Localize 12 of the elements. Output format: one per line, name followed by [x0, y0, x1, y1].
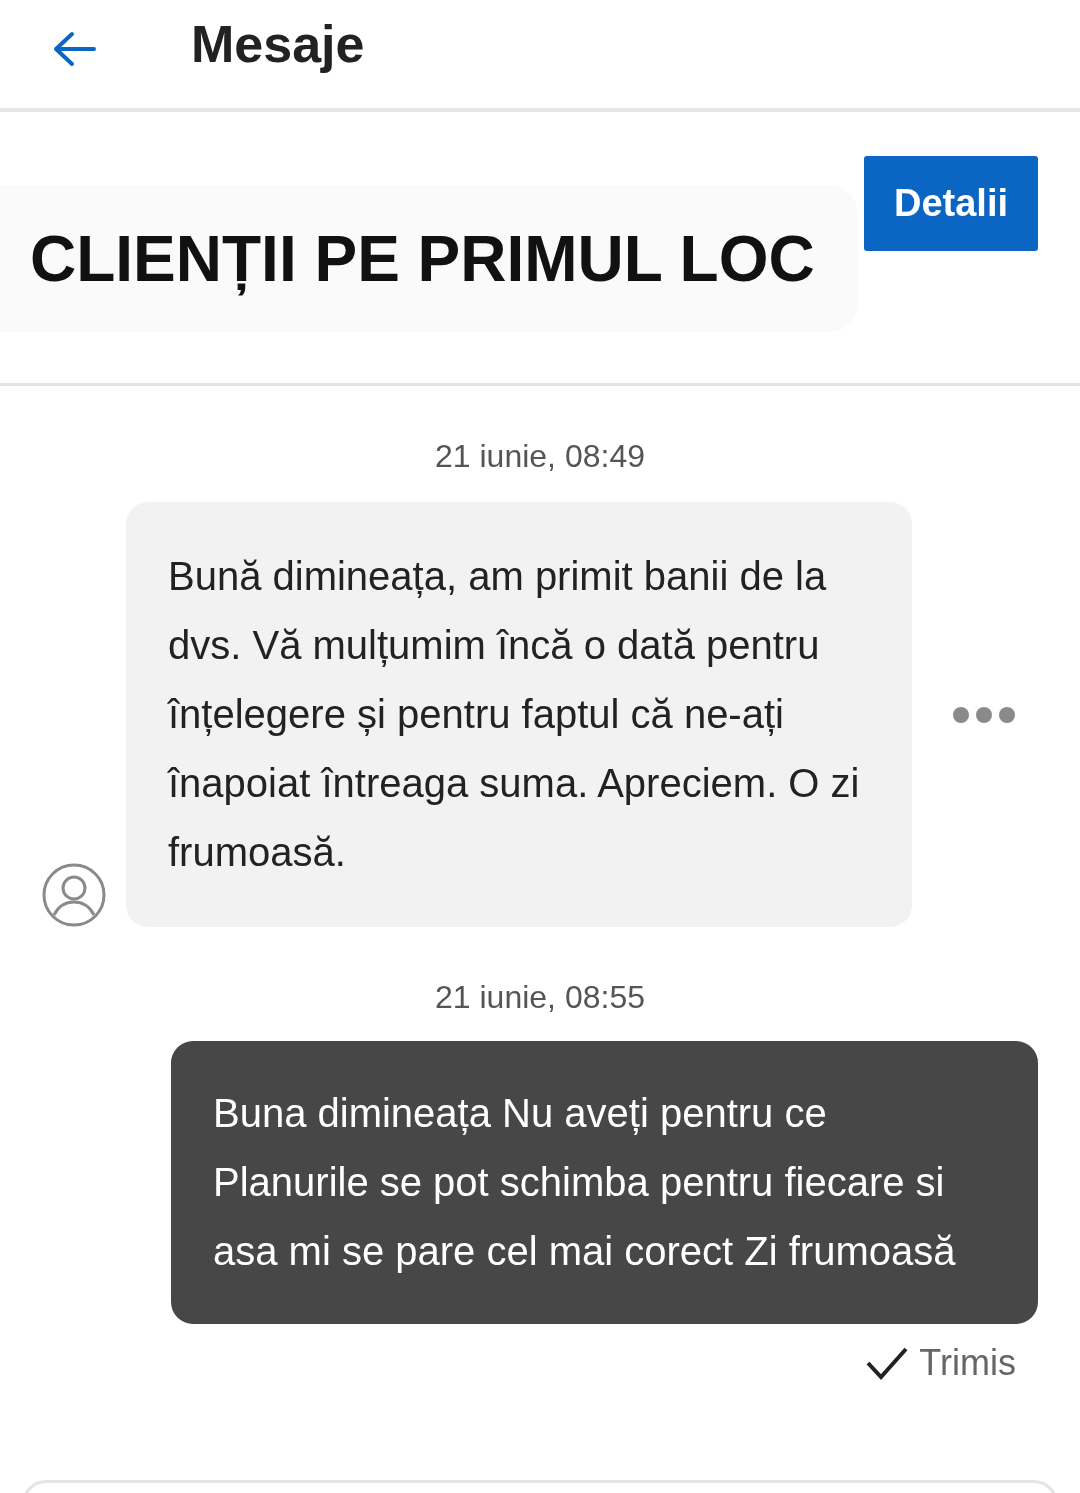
checkmark-icon — [865, 1346, 910, 1380]
message-timestamp: 21 iunie, 08:49 — [434, 437, 646, 476]
page-title: Mesaje — [191, 14, 365, 74]
avatar-icon — [42, 863, 106, 927]
message-timestamp: 21 iunie, 08:55 — [434, 978, 646, 1017]
details-button[interactable]: Detalii — [864, 156, 1038, 251]
back-arrow-icon[interactable] — [52, 31, 96, 67]
message-bubble: Bună dimineața, am primit banii de la dvs. Vă mulțumim încă o dată pentru înțelegere și pentru faptul că ne-ați înapoiat întreaga suma. Apreciem. O zi frumoasă. — [126, 502, 912, 927]
message-bubble: Buna dimineața Nu aveți pentru ce Planurile se pot schimba pentru fiecare si asa mi se pare cel mai corect Zi frumoasă — [171, 1041, 1038, 1324]
caption-banner: CLIENȚII PE PRIMUL LOC — [0, 185, 858, 332]
more-options-icon[interactable] — [952, 705, 1016, 724]
sent-status: Trimis — [919, 1342, 1016, 1384]
